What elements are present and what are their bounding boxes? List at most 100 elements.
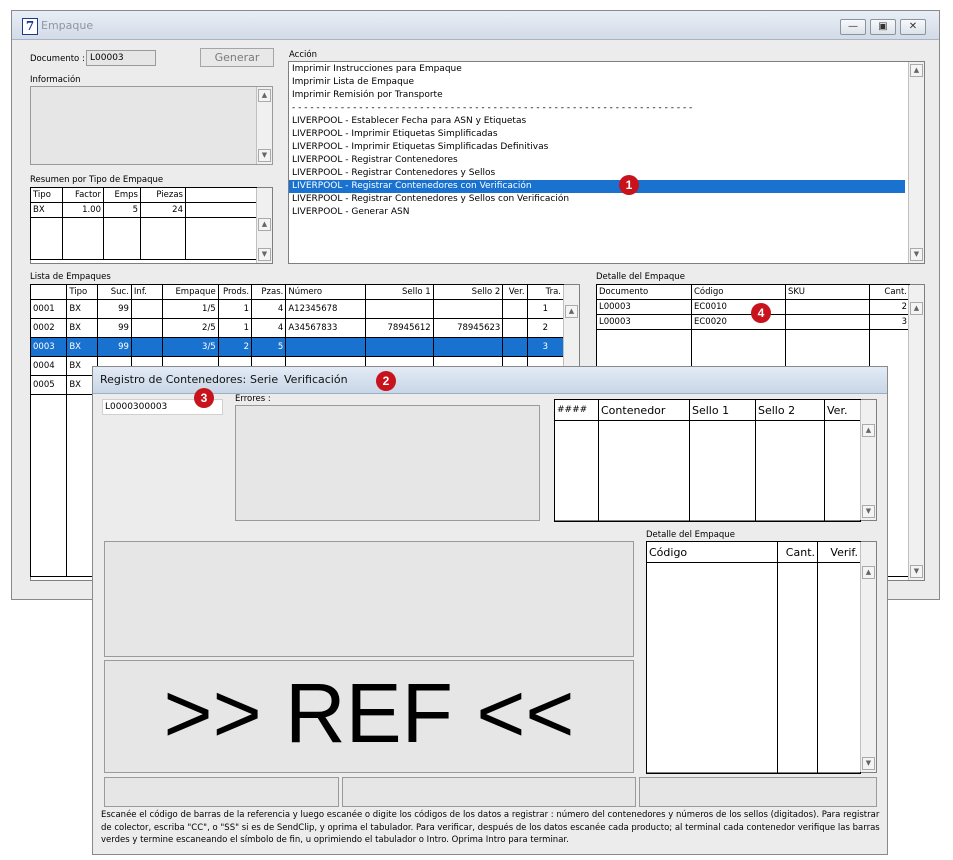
generar-button[interactable]: Generar (200, 48, 274, 67)
lista-cell: 0002 (29, 318, 68, 338)
close-button[interactable]: ✕ (900, 19, 926, 35)
badge-4: 4 (751, 303, 771, 323)
accion-item[interactable]: Imprimir Remisión por Transporte (292, 89, 443, 102)
accion-item[interactable]: LIVERPOOL - Imprimir Etiquetas Simplific… (292, 128, 498, 141)
dialog-detalle-table[interactable]: Código Cant. Verif. ▲ ▼ (646, 541, 877, 774)
accion-scrollbar[interactable]: ▲ ▼ (908, 62, 924, 263)
scroll-up-icon[interactable]: ▲ (910, 64, 923, 77)
contenedor-header: Sello 1 (689, 399, 756, 421)
lista-cell (130, 299, 164, 319)
documento-field[interactable]: L00003 (86, 50, 156, 66)
lista-cell: BX (66, 318, 98, 338)
scroll-up-icon[interactable]: ▲ (862, 424, 875, 437)
ref-panel: >> REF << (104, 660, 634, 773)
lista-header: Tra. (526, 284, 565, 300)
dialog-title-bar[interactable]: Registro de Contenedores: Serie Verifica… (93, 367, 887, 394)
info-panel (104, 541, 634, 657)
badge-3: 3 (194, 388, 214, 408)
scroll-down-icon[interactable]: ▼ (258, 149, 271, 162)
dialog-detalle-label: Detalle del Empaque (646, 530, 735, 540)
scroll-down-icon[interactable]: ▼ (862, 505, 875, 518)
resumen-cell: BX (30, 202, 63, 218)
dialog-title: Registro de Contenedores: (100, 373, 247, 386)
table-row[interactable]: 0001 BX 99 1/5 1 4 A12345678 1 (29, 299, 565, 319)
accion-item[interactable]: LIVERPOOL - Establecer Fecha para ASN y … (292, 115, 526, 128)
lista-header: Empaque (162, 284, 219, 300)
minimize-button[interactable]: — (840, 19, 866, 35)
scroll-down-icon[interactable]: ▼ (910, 565, 923, 578)
detalle-cell: EC0020 (691, 314, 786, 330)
informacion-box[interactable]: ▲ ▼ (30, 86, 273, 165)
lista-cell: 2 (217, 337, 253, 357)
detalle-cell: 3 (869, 314, 910, 330)
lista-cell: 78945612 (365, 318, 434, 338)
accion-item[interactable]: Imprimir Instrucciones para Empaque (292, 63, 462, 76)
dialog-detalle-scrollbar[interactable]: ▲ ▼ (860, 542, 876, 772)
lista-header: Inf. (130, 284, 164, 300)
errores-box (235, 405, 540, 521)
accion-separator: - - - - - - - - - - - - - - - - - - - - … (292, 103, 693, 113)
detalle-cell (785, 314, 870, 330)
resumen-cell: 24 (140, 202, 186, 218)
detalle-cell: 2 (869, 299, 910, 315)
errores-label: Errores : (235, 394, 271, 404)
lista-cell: 78945623 (432, 318, 504, 338)
scroll-down-icon[interactable]: ▼ (258, 248, 271, 261)
resumen-cell: 5 (103, 202, 141, 218)
lista-cell: 99 (96, 318, 132, 338)
lista-cell: BX (66, 337, 98, 357)
scroll-up-icon[interactable]: ▲ (258, 89, 271, 102)
detalle-cell (785, 299, 870, 315)
scroll-up-icon[interactable]: ▲ (910, 302, 923, 315)
informacion-scrollbar[interactable]: ▲ ▼ (256, 87, 272, 164)
restore-icon: ▣ (878, 21, 888, 32)
detalle-cell: L00003 (596, 314, 692, 330)
resumen-header: Tipo (30, 187, 63, 203)
detalle-scrollbar[interactable]: ▲ ▼ (908, 285, 924, 580)
lista-cell (130, 337, 164, 357)
ref-big-text: >> REF << (163, 666, 575, 760)
accion-list[interactable]: Imprimir Instrucciones para Empaque Impr… (288, 61, 925, 264)
resumen-header: Factor (62, 187, 104, 203)
lista-header: Pzas. (251, 284, 287, 300)
scroll-up-icon[interactable]: ▲ (565, 305, 578, 318)
lista-cell (432, 299, 504, 319)
window-title: Empaque (41, 19, 94, 32)
lista-cell: 0003 (29, 337, 68, 357)
restore-button[interactable]: ▣ (870, 19, 896, 35)
lista-cell: 5 (251, 337, 287, 357)
lista-cell (502, 318, 528, 338)
lista-cell (432, 337, 504, 357)
accion-item-selected[interactable]: LIVERPOOL - Registrar Contenedores con V… (289, 180, 905, 193)
scroll-up-icon[interactable]: ▲ (862, 566, 875, 579)
accion-item[interactable]: LIVERPOOL - Generar ASN (292, 206, 409, 219)
detalle-label: Detalle del Empaque (596, 272, 685, 282)
accion-item[interactable]: LIVERPOOL - Registrar Contenedores (292, 154, 458, 167)
lista-cell: A12345678 (285, 299, 367, 319)
table-row[interactable]: 0002 BX 99 2/5 1 4 A34567833 78945612 78945623 2 (29, 318, 565, 338)
resumen-scrollbar[interactable]: ▲ ▼ (256, 188, 272, 263)
contenedor-table[interactable]: #### Contenedor Sello 1 Sello 2 Ver. ▲ ▼ (554, 399, 877, 522)
informacion-label: Información (30, 75, 81, 85)
lista-cell (502, 299, 528, 319)
table-row-selected[interactable]: 0003 BX 99 3/5 2 5 3 (29, 337, 565, 357)
accion-item[interactable]: LIVERPOOL - Registrar Contenedores y Sel… (292, 167, 495, 180)
lista-cell (285, 337, 367, 357)
contenedor-scrollbar[interactable]: ▲ ▼ (860, 400, 876, 520)
lista-header: Tipo (66, 284, 98, 300)
title-bar[interactable]: 7 Empaque — ▣ ✕ (12, 11, 939, 40)
lista-header: Sello 2 (432, 284, 504, 300)
scroll-down-icon[interactable]: ▼ (910, 248, 923, 261)
accion-item[interactable]: Imprimir Lista de Empaque (292, 76, 414, 89)
lista-header: Número (285, 284, 367, 300)
resumen-table[interactable]: Tipo Factor Emps Piezas BX 1.00 5 24 ▲ ▼ (30, 187, 273, 264)
detalle-header: Documento (596, 284, 692, 300)
scroll-up-icon[interactable]: ▲ (258, 218, 271, 231)
scroll-down-icon[interactable]: ▼ (862, 757, 875, 770)
accion-item[interactable]: LIVERPOOL - Registrar Contenedores y Sel… (292, 193, 569, 206)
table-row[interactable]: BX 1.00 5 24 (30, 202, 257, 218)
lista-cell: 4 (251, 318, 287, 338)
resumen-header-empty (185, 187, 257, 203)
lista-cell: BX (66, 299, 98, 319)
accion-item[interactable]: LIVERPOOL - Imprimir Etiquetas Simplific… (292, 141, 548, 154)
